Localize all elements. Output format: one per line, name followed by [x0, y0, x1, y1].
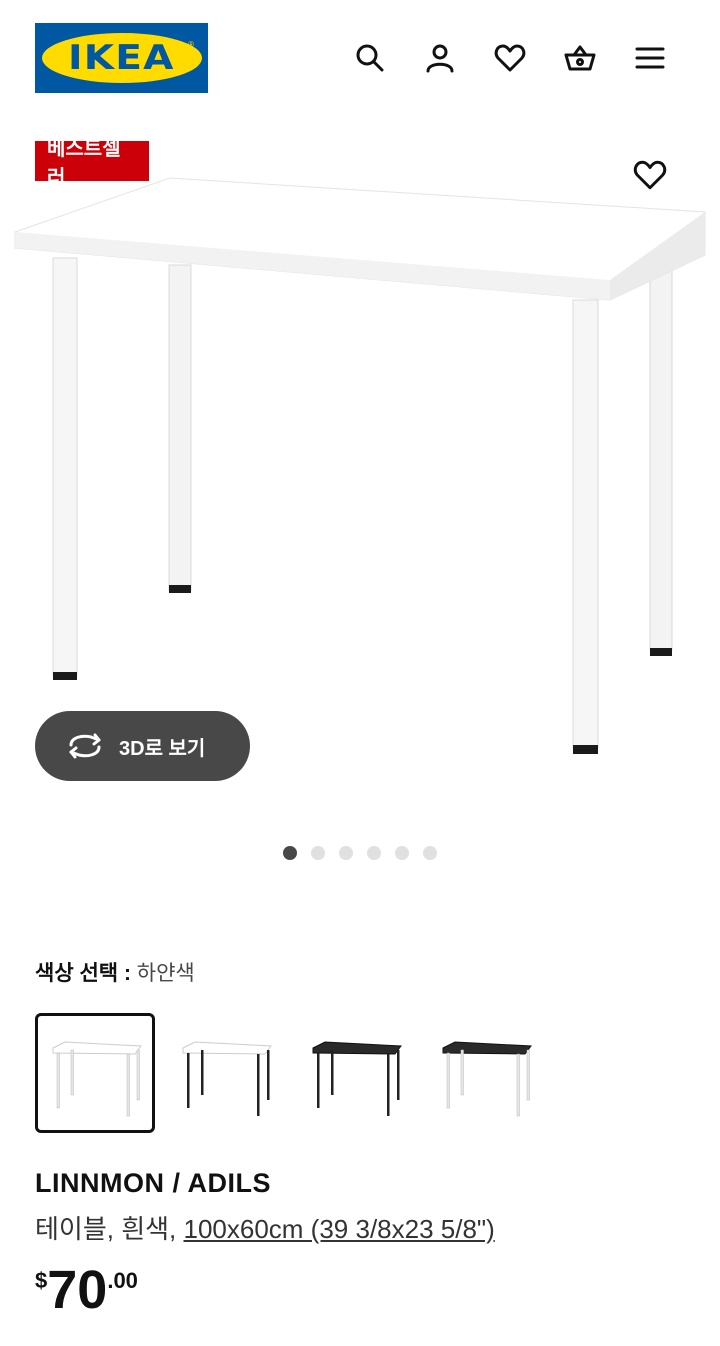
color-swatch-white-black[interactable] — [165, 1013, 285, 1133]
product-description-text: 테이블, 흰색, — [35, 1214, 184, 1244]
rotate-3d-icon — [69, 733, 101, 759]
header: IKEA ® — [0, 0, 720, 115]
heart-icon[interactable] — [490, 38, 530, 78]
product-image[interactable] — [0, 170, 720, 770]
pagination-dot[interactable] — [423, 846, 437, 860]
color-swatch-white-white[interactable] — [35, 1013, 155, 1133]
color-label-title: 색상 선택 : — [35, 962, 131, 985]
price-integer: 70 — [47, 1260, 108, 1320]
search-icon[interactable] — [350, 38, 390, 78]
pagination-dot[interactable] — [367, 846, 381, 860]
logo-text: IKEA — [68, 38, 175, 78]
basket-icon[interactable] — [560, 38, 600, 78]
menu-icon[interactable] — [630, 38, 670, 78]
product-description: 테이블, 흰색, 100x60cm (39 3/8x23 5/8") — [35, 1209, 495, 1246]
price-currency: $ — [35, 1268, 48, 1293]
bestseller-badge: 베스트셀러 — [35, 138, 149, 189]
view-3d-label: 3D로 보기 — [119, 737, 206, 760]
color-selection-label: 색상 선택 : 하얀색 — [35, 957, 195, 987]
logo-oval: IKEA — [41, 33, 202, 83]
ikea-logo[interactable]: IKEA ® — [35, 23, 208, 93]
price-decimal: .00 — [107, 1268, 138, 1293]
pagination-dot[interactable] — [283, 846, 297, 860]
color-swatch-black-black[interactable] — [295, 1013, 415, 1133]
view-3d-button[interactable]: 3D로 보기 — [35, 711, 250, 781]
image-pagination — [283, 846, 437, 860]
product-price: $ 70 .00 — [35, 1262, 138, 1318]
user-icon[interactable] — [420, 38, 460, 78]
product-size-link[interactable]: 100x60cm (39 3/8x23 5/8") — [184, 1214, 495, 1244]
pagination-dot[interactable] — [339, 846, 353, 860]
pagination-dot[interactable] — [311, 846, 325, 860]
pagination-dot[interactable] — [395, 846, 409, 860]
color-value: 하얀색 — [136, 962, 195, 985]
product-name: LINNMON / ADILS — [35, 1168, 271, 1198]
favorite-heart-icon[interactable] — [630, 155, 670, 195]
logo-registered-mark: ® — [188, 40, 194, 49]
color-swatch-black-white[interactable] — [425, 1013, 545, 1133]
